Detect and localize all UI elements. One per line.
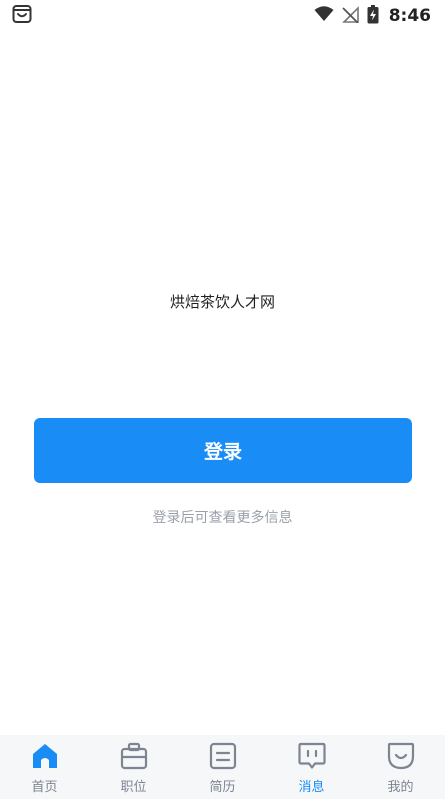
- tab-jobs[interactable]: 职位: [89, 735, 178, 799]
- app-notification-icon: [12, 4, 32, 28]
- tab-messages[interactable]: 消息: [267, 735, 356, 799]
- screen: 8:46 烘焙茶饮人才网 登录 登录后可查看更多信息 首页 职位 简历 消息 我…: [0, 0, 445, 799]
- tab-home-label: 首页: [31, 780, 58, 795]
- resume-icon: [208, 741, 238, 771]
- tab-home[interactable]: 首页: [0, 735, 89, 799]
- battery-charging-icon: [367, 4, 379, 28]
- status-left: [12, 4, 32, 28]
- bottom-tab-bar: 首页 职位 简历 消息 我的: [0, 735, 445, 799]
- tab-resume[interactable]: 简历: [178, 735, 267, 799]
- briefcase-icon: [119, 741, 149, 771]
- no-signal-icon: [341, 5, 359, 27]
- status-bar: 8:46: [0, 0, 445, 32]
- tab-profile[interactable]: 我的: [356, 735, 445, 799]
- home-icon: [30, 741, 60, 771]
- profile-icon: [386, 741, 416, 771]
- message-icon: [297, 741, 327, 771]
- status-time: 8:46: [388, 6, 431, 26]
- login-button[interactable]: 登录: [34, 418, 412, 483]
- status-right: 8:46: [314, 4, 431, 28]
- tab-resume-label: 简历: [209, 780, 236, 795]
- tab-messages-label: 消息: [298, 780, 325, 795]
- app-name-title: 烘焙茶饮人才网: [169, 293, 275, 311]
- wifi-icon: [314, 6, 334, 26]
- login-button-label: 登录: [203, 442, 242, 463]
- tab-profile-label: 我的: [387, 780, 414, 795]
- login-hint: 登录后可查看更多信息: [152, 510, 293, 526]
- tab-jobs-label: 职位: [120, 780, 147, 795]
